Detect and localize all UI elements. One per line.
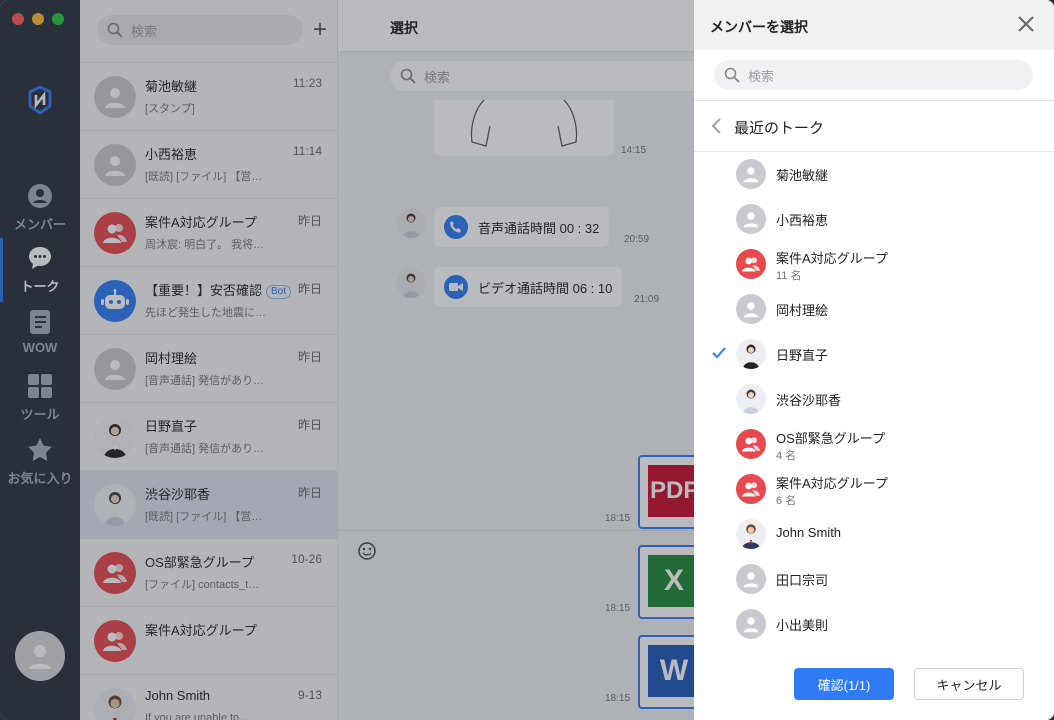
member-item[interactable]: 小西裕恵 <box>694 197 1054 242</box>
person-photo-icon <box>742 524 760 549</box>
member-name: 案件A対応グループ <box>776 251 888 266</box>
avatar <box>736 159 766 189</box>
member-name: 岡村理絵 <box>776 303 829 318</box>
avatar <box>736 564 766 594</box>
group-icon <box>742 482 760 497</box>
person-photo-icon <box>743 344 759 369</box>
divider <box>694 100 1054 101</box>
group-avatar <box>736 249 766 279</box>
member-search-input[interactable]: 検索 <box>714 60 1033 90</box>
member-count: 4 名 <box>776 450 797 462</box>
section-title: 最近のトーク <box>734 120 825 137</box>
person-icon <box>743 167 759 183</box>
avatar <box>736 609 766 639</box>
cancel-button[interactable]: キャンセル <box>914 668 1024 700</box>
checkmark-icon <box>712 347 726 359</box>
member-item[interactable]: OS部緊急グループ 4 名 <box>694 422 1054 467</box>
photo-avatar <box>736 519 766 549</box>
member-name: 日野直子 <box>776 348 829 363</box>
member-item[interactable]: 渋谷沙耶香 <box>694 377 1054 422</box>
member-item[interactable]: 岡村理絵 <box>694 287 1054 332</box>
photo-avatar <box>736 339 766 369</box>
person-icon <box>743 617 759 633</box>
member-name: OS部緊急グループ <box>776 431 886 446</box>
avatar <box>736 204 766 234</box>
member-item[interactable]: 田口宗司 <box>694 557 1054 602</box>
person-icon <box>743 572 759 588</box>
member-name: John Smith <box>776 525 842 540</box>
member-name: 案件A対応グループ <box>776 476 888 491</box>
member-item[interactable]: 案件A対応グループ 11 名 <box>694 242 1054 287</box>
dialog-header: メンバーを選択 <box>694 0 1054 50</box>
member-item[interactable]: 日野直子 <box>694 332 1054 377</box>
chevron-left-icon[interactable] <box>710 117 724 135</box>
confirm-button[interactable]: 確認(1/1) <box>794 668 894 700</box>
member-item[interactable]: John Smith <box>694 512 1054 557</box>
member-count: 6 名 <box>776 495 797 507</box>
member-name: 小西裕恵 <box>776 213 829 228</box>
photo-avatar <box>736 384 766 414</box>
person-photo-icon <box>743 389 759 414</box>
search-icon <box>724 67 740 83</box>
group-avatar <box>736 429 766 459</box>
member-count: 11 名 <box>776 270 802 282</box>
group-avatar <box>736 474 766 504</box>
member-item[interactable]: 案件A対応グループ 6 名 <box>694 467 1054 512</box>
group-icon <box>742 437 760 452</box>
member-name: 田口宗司 <box>776 573 829 588</box>
app-window: メンバー トーク WOW ツール お気に入り 検索 + 菊池敏継 11:23 [… <box>0 0 1054 720</box>
group-icon <box>742 257 760 272</box>
dialog-title: メンバーを選択 <box>710 19 808 35</box>
member-search-placeholder: 検索 <box>748 68 775 84</box>
close-icon[interactable] <box>1016 14 1036 34</box>
member-select-dialog: メンバーを選択 検索 最近のトーク 菊池敏継 小西裕恵 案件A対応グループ 11… <box>694 0 1054 720</box>
member-item[interactable]: 菊池敏継 <box>694 152 1054 197</box>
person-icon <box>743 302 759 318</box>
member-item[interactable]: 小出美則 <box>694 602 1054 647</box>
person-icon <box>743 212 759 228</box>
modal-backdrop[interactable] <box>0 0 694 720</box>
member-name: 渋谷沙耶香 <box>776 393 842 408</box>
avatar <box>736 294 766 324</box>
member-name: 小出美則 <box>776 618 829 633</box>
member-name: 菊池敏継 <box>776 168 829 183</box>
